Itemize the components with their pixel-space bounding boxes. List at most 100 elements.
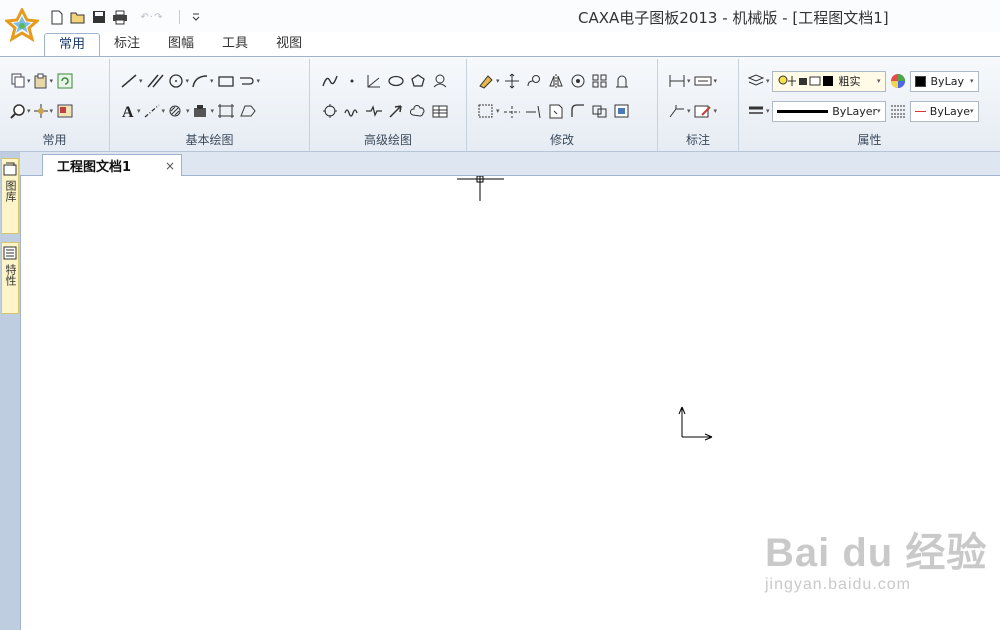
common-row-1: ▾ ▾ bbox=[10, 69, 75, 93]
spline-icon[interactable] bbox=[320, 70, 340, 92]
document-tab[interactable]: 工程图文档1 × bbox=[42, 154, 182, 176]
parallel-line-icon[interactable] bbox=[145, 70, 165, 92]
extend-icon[interactable] bbox=[524, 100, 544, 122]
annotate-row-2: ▾ ▾ bbox=[668, 99, 717, 123]
line-icon[interactable]: ▾ bbox=[120, 70, 143, 92]
break-line-icon[interactable] bbox=[364, 100, 384, 122]
close-icon[interactable]: × bbox=[165, 159, 175, 173]
undo-redo-icon[interactable]: ↶·↷ bbox=[132, 9, 172, 26]
new-file-icon[interactable] bbox=[48, 9, 65, 26]
side-tab-properties[interactable]: 特性 bbox=[1, 242, 19, 314]
text-icon[interactable]: A ▾ bbox=[120, 100, 141, 122]
linetype-dropdown-arrow: ▾ bbox=[877, 107, 881, 115]
color-select[interactable]: ByLay ▾ bbox=[909, 70, 979, 92]
print-icon[interactable] bbox=[111, 9, 128, 26]
zoom-icon[interactable]: ▾ bbox=[10, 100, 31, 122]
array-icon[interactable] bbox=[590, 70, 610, 92]
group-label-common: 常用 bbox=[42, 133, 67, 147]
crop-region-icon[interactable] bbox=[216, 100, 236, 122]
watermark-main: Bai du 经验 bbox=[765, 531, 988, 575]
tab-tools[interactable]: 工具 bbox=[208, 33, 262, 57]
angle-line-icon[interactable] bbox=[364, 70, 384, 92]
crosshair-cursor-icon bbox=[457, 175, 504, 201]
polygon-icon[interactable] bbox=[408, 70, 428, 92]
tab-sheet[interactable]: 图幅 bbox=[154, 33, 208, 57]
leader-icon[interactable]: ▾ bbox=[668, 100, 691, 122]
arc-icon[interactable]: ▾ bbox=[191, 70, 214, 92]
mirror-icon[interactable] bbox=[546, 70, 566, 92]
group-modify: ▾ ▾ 修改 bbox=[467, 59, 658, 151]
scale-icon[interactable] bbox=[568, 70, 588, 92]
centerline-icon[interactable]: ▾ bbox=[143, 100, 165, 122]
hatch-icon[interactable]: ▾ bbox=[167, 100, 190, 122]
linestyle-icon[interactable] bbox=[888, 100, 908, 122]
fill-icon[interactable]: ▾ bbox=[192, 100, 214, 122]
arrow-icon[interactable] bbox=[386, 100, 406, 122]
svg-text:A: A bbox=[122, 104, 134, 119]
wave-icon[interactable] bbox=[342, 100, 362, 122]
ucs-axis-icon bbox=[678, 406, 713, 441]
group-advanced-draw: 高级绘图 bbox=[310, 59, 467, 151]
dimension-icon[interactable]: ▾ bbox=[668, 70, 691, 92]
copy-icon[interactable]: ▾ bbox=[10, 70, 31, 92]
side-panel: 图库 特性 bbox=[0, 152, 21, 630]
layer-manager-icon[interactable]: ▾ bbox=[747, 70, 770, 92]
group-label-properties: 属性 bbox=[857, 133, 882, 147]
explode-icon[interactable] bbox=[590, 100, 610, 122]
trim-icon[interactable] bbox=[502, 100, 522, 122]
common-row-2: ▾ ▾ bbox=[10, 99, 75, 123]
paste-icon[interactable]: ▾ bbox=[33, 70, 53, 92]
boundary-icon[interactable] bbox=[238, 100, 258, 122]
block-icon[interactable] bbox=[612, 100, 632, 122]
tab-common[interactable]: 常用 bbox=[44, 33, 101, 57]
tab-annotate[interactable]: 标注 bbox=[100, 33, 154, 57]
fillet-icon[interactable] bbox=[568, 100, 588, 122]
lineweight-select[interactable]: ByLaye ▾ bbox=[909, 100, 979, 122]
polyline-icon[interactable]: ▾ bbox=[238, 70, 260, 92]
stretch-icon[interactable] bbox=[612, 70, 632, 92]
text-annotation-icon[interactable]: ▾ bbox=[693, 70, 717, 92]
lineweight-value: ByLaye bbox=[929, 104, 970, 118]
gear-icon[interactable] bbox=[320, 100, 340, 122]
group-properties: ▾ 粗实 ▾ ByLay ▾ ▾ ByLayer ▾ ByLaye ▾ 属性 bbox=[739, 59, 1000, 151]
cloud-icon[interactable] bbox=[408, 100, 428, 122]
table-icon[interactable] bbox=[430, 100, 450, 122]
caxa-logo[interactable] bbox=[5, 8, 39, 42]
side-tab-library[interactable]: 图库 bbox=[1, 158, 19, 234]
lineweight-icon[interactable]: ▾ bbox=[747, 100, 770, 122]
group-common: ▾ ▾ ▾ ▾ 常用 bbox=[0, 59, 110, 151]
rotate-icon[interactable] bbox=[524, 70, 544, 92]
layer-value: 粗实 bbox=[838, 75, 861, 88]
modify-row-2: ▾ bbox=[477, 99, 632, 123]
save-icon[interactable] bbox=[90, 9, 107, 26]
tab-view[interactable]: 视图 bbox=[262, 33, 316, 57]
linetype-select[interactable]: ByLayer ▾ bbox=[771, 100, 886, 122]
advanced-draw-row-2 bbox=[320, 99, 450, 123]
group-annotate: ▾ ▾ ▾ ▾ 标注 bbox=[658, 59, 739, 151]
properties-panel-icon[interactable] bbox=[55, 100, 75, 122]
qat-customize-icon[interactable] bbox=[187, 9, 204, 26]
rectangle-icon[interactable] bbox=[216, 70, 236, 92]
centerline-bolt-icon[interactable] bbox=[430, 70, 450, 92]
point-icon[interactable] bbox=[342, 70, 362, 92]
group-label-modify: 修改 bbox=[549, 133, 574, 147]
layer-select[interactable]: 粗实 ▾ bbox=[771, 70, 886, 92]
pan-icon[interactable]: ▾ bbox=[33, 100, 53, 122]
ribbon-tabs: 常用 标注 图幅 工具 视图 bbox=[44, 33, 316, 57]
erase-icon[interactable]: ▾ bbox=[477, 70, 500, 92]
layer-dropdown-arrow: ▾ bbox=[877, 77, 881, 85]
title-bar: ↶·↷ CAXA电子图板2013 - 机械版 - [工程图文档1] bbox=[0, 0, 1000, 42]
circle-icon[interactable]: ▾ bbox=[167, 70, 189, 92]
basic-draw-row-1: ▾ ▾ ▾ ▾ bbox=[120, 69, 260, 93]
qat-separator bbox=[179, 10, 180, 24]
color-wheel-icon[interactable] bbox=[888, 70, 908, 92]
selection-box-icon[interactable]: ▾ bbox=[477, 100, 500, 122]
refresh-icon[interactable] bbox=[55, 70, 75, 92]
ellipse-icon[interactable] bbox=[386, 70, 406, 92]
edit-annotation-icon[interactable]: ▾ bbox=[693, 100, 717, 122]
properties-row-2: ▾ ByLayer ▾ ByLaye ▾ bbox=[747, 99, 979, 123]
group-label-annotate: 标注 bbox=[685, 133, 710, 147]
chamfer-icon[interactable] bbox=[546, 100, 566, 122]
move-icon[interactable] bbox=[502, 70, 522, 92]
open-folder-icon[interactable] bbox=[69, 9, 86, 26]
